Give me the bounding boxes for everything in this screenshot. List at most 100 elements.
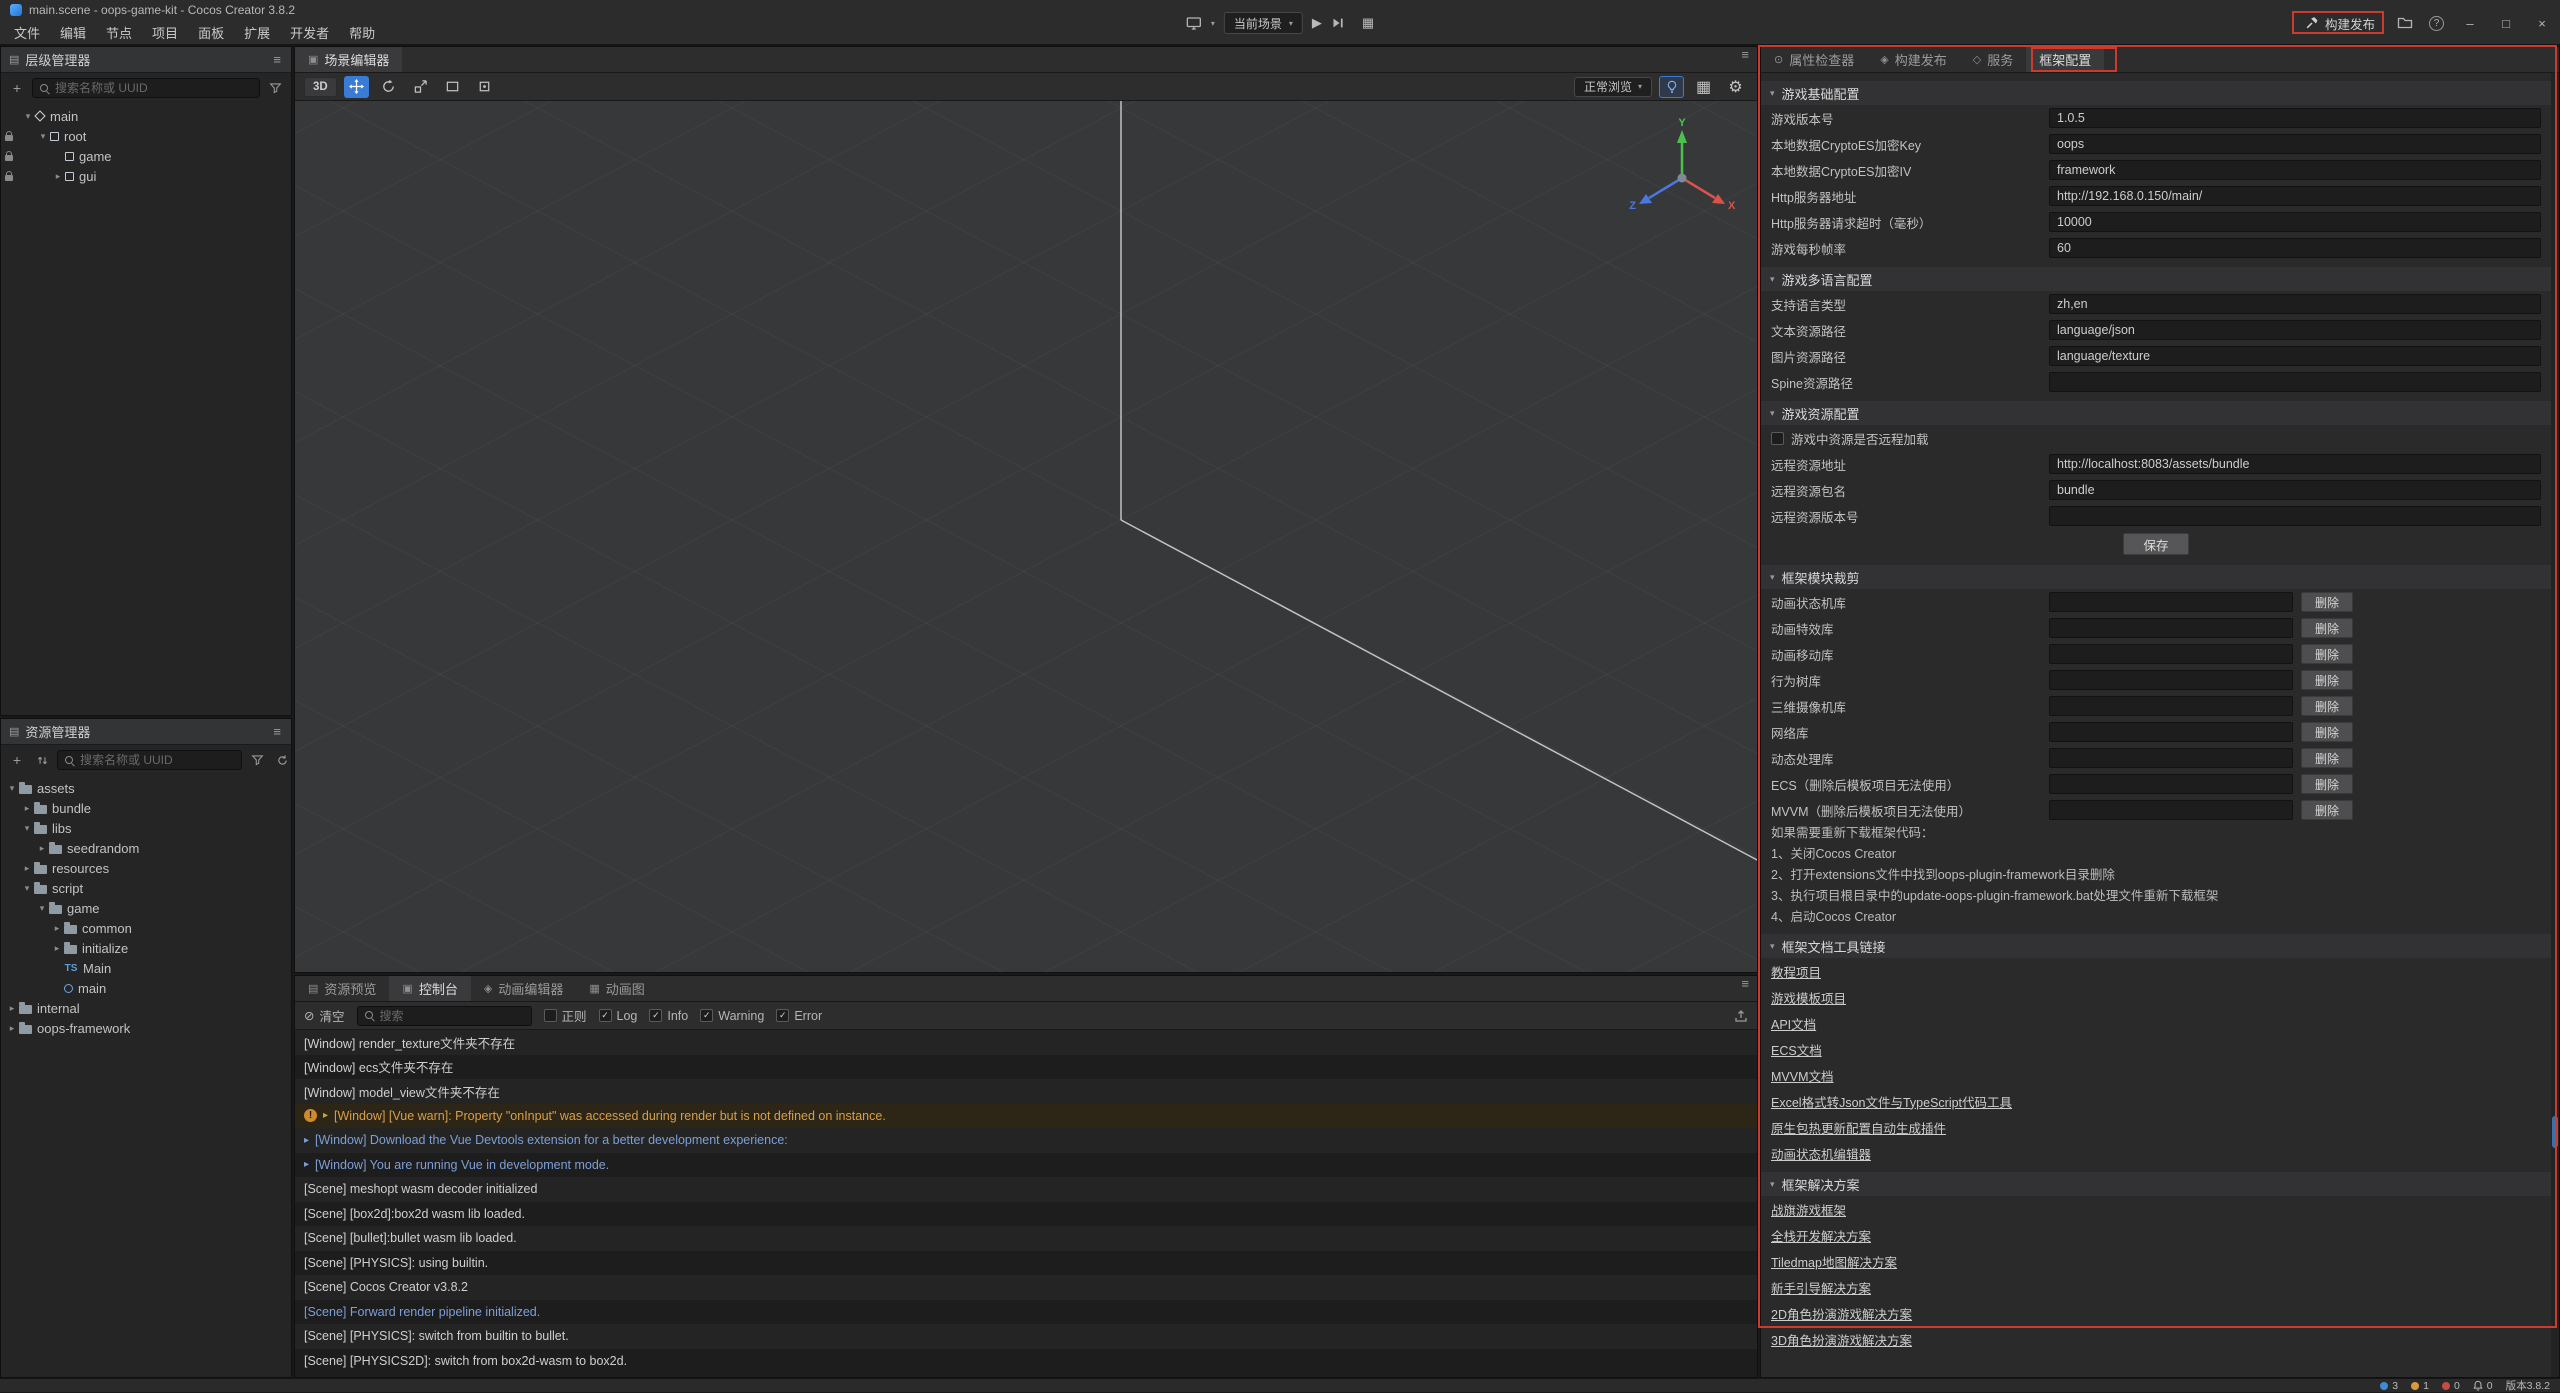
grid-toggle-icon[interactable]: ▦ bbox=[1691, 76, 1716, 98]
create-asset-button[interactable]: + bbox=[7, 750, 27, 770]
tree-row[interactable]: ▸initialize bbox=[1, 938, 291, 958]
doc-link[interactable]: 动画状态机编辑器 bbox=[1771, 1144, 1871, 1163]
rect-tool-icon[interactable] bbox=[440, 76, 465, 98]
tab-console[interactable]: ▣控制台 bbox=[389, 976, 470, 1001]
preview-platform-icon[interactable] bbox=[1186, 15, 1202, 31]
chevron-right-icon[interactable]: ▸ bbox=[50, 943, 64, 954]
tree-row[interactable]: ▸internal bbox=[1, 998, 291, 1018]
console-search-input[interactable] bbox=[380, 1009, 525, 1023]
panel-menu-icon[interactable]: ≡ bbox=[271, 724, 283, 739]
property-input[interactable]: language/json bbox=[2049, 320, 2541, 340]
doc-link[interactable]: Tiledmap地图解决方案 bbox=[1771, 1252, 1897, 1271]
lock-icon[interactable] bbox=[1, 132, 17, 141]
tree-row[interactable]: ▾script bbox=[1, 878, 291, 898]
chevron-down-icon[interactable]: ▾ bbox=[21, 111, 35, 122]
section-header[interactable]: ▾游戏多语言配置 bbox=[1761, 267, 2551, 291]
sort-assets-icon[interactable] bbox=[32, 750, 52, 770]
regex-checkbox[interactable] bbox=[544, 1009, 557, 1022]
view-mode-select[interactable]: 正常浏览 ▾ bbox=[1574, 77, 1652, 97]
chevron-right-icon[interactable]: ▸ bbox=[5, 1003, 19, 1014]
doc-link[interactable]: 原生包热更新配置自动生成插件 bbox=[1771, 1118, 1946, 1137]
regex-toggle[interactable]: 正则 bbox=[544, 1006, 587, 1025]
log-row[interactable]: [Scene] [PHYSICS]: using builtin. bbox=[295, 1251, 1757, 1276]
lock-icon[interactable] bbox=[1, 172, 17, 181]
tree-row[interactable]: TSMain bbox=[1, 958, 291, 978]
menu-item[interactable]: 编辑 bbox=[50, 22, 96, 46]
module-input[interactable] bbox=[2049, 618, 2293, 638]
menu-item[interactable]: 文件 bbox=[4, 22, 50, 46]
tree-row[interactable]: main bbox=[1, 978, 291, 998]
log-row[interactable]: [Window] render_texture文件夹不存在 bbox=[295, 1030, 1757, 1055]
create-node-button[interactable]: + bbox=[7, 78, 27, 98]
property-input[interactable] bbox=[2049, 372, 2541, 392]
filter-checkbox[interactable] bbox=[649, 1009, 662, 1022]
module-input[interactable] bbox=[2049, 722, 2293, 742]
doc-link[interactable]: 3D角色扮演游戏解决方案 bbox=[1771, 1330, 1912, 1349]
delete-button[interactable]: 删除 bbox=[2301, 644, 2353, 664]
scale-tool-icon[interactable] bbox=[408, 76, 433, 98]
delete-button[interactable]: 删除 bbox=[2301, 800, 2353, 820]
delete-button[interactable]: 删除 bbox=[2301, 774, 2353, 794]
property-input[interactable]: oops bbox=[2049, 134, 2541, 154]
expand-chevron-icon[interactable]: ▸ bbox=[304, 1135, 309, 1146]
delete-button[interactable]: 删除 bbox=[2301, 592, 2353, 612]
panel-menu-icon[interactable]: ≡ bbox=[1739, 47, 1757, 72]
tab-asset-preview[interactable]: ▤资源预览 bbox=[295, 976, 389, 1001]
log-count-badge[interactable]: 3 bbox=[2380, 1379, 2398, 1393]
menu-item[interactable]: 开发者 bbox=[280, 22, 339, 46]
filter-warning[interactable]: Warning bbox=[700, 1009, 764, 1023]
rotate-tool-icon[interactable] bbox=[376, 76, 401, 98]
lock-icon[interactable] bbox=[1, 152, 17, 161]
help-icon[interactable]: ? bbox=[2429, 16, 2444, 31]
log-row[interactable]: [Scene] [box2d]:box2d wasm lib loaded. bbox=[295, 1202, 1757, 1227]
hierarchy-search-input[interactable] bbox=[55, 81, 253, 95]
light-toggle-icon[interactable] bbox=[1659, 76, 1684, 98]
section-header[interactable]: ▾游戏资源配置 bbox=[1761, 401, 2551, 425]
tree-row[interactable]: ▸bundle bbox=[1, 798, 291, 818]
menu-item[interactable]: 项目 bbox=[142, 22, 188, 46]
save-button[interactable]: 保存 bbox=[2123, 533, 2188, 555]
tree-row[interactable]: ▾libs bbox=[1, 818, 291, 838]
property-input[interactable]: http://192.168.0.150/main/ bbox=[2049, 186, 2541, 206]
property-input[interactable]: zh,en bbox=[2049, 294, 2541, 314]
chevron-right-icon[interactable]: ▸ bbox=[51, 171, 65, 182]
play-button[interactable]: ▶ bbox=[1312, 15, 1322, 31]
log-row[interactable]: [Scene] Forward render pipeline initiali… bbox=[295, 1300, 1757, 1325]
log-row[interactable]: [Window] model_view文件夹不存在 bbox=[295, 1079, 1757, 1104]
chevron-down-icon[interactable]: ▾ bbox=[35, 903, 49, 914]
doc-link[interactable]: MVVM文档 bbox=[1771, 1066, 1834, 1085]
tab-scene-editor[interactable]: ▣ 场景编辑器 bbox=[295, 47, 402, 72]
delete-button[interactable]: 删除 bbox=[2301, 670, 2353, 690]
delete-button[interactable]: 删除 bbox=[2301, 618, 2353, 638]
tree-row[interactable]: ▸seedrandom bbox=[1, 838, 291, 858]
doc-link[interactable]: 新手引导解决方案 bbox=[1771, 1278, 1871, 1297]
log-row[interactable]: [Scene] meshopt wasm decoder initialized bbox=[295, 1177, 1757, 1202]
tab-animation-graph[interactable]: ▦动画图 bbox=[576, 976, 657, 1001]
remote-load-checkbox[interactable] bbox=[1771, 432, 1784, 445]
section-header[interactable]: ▾框架解决方案 bbox=[1761, 1172, 2551, 1196]
tab-service[interactable]: ◇服务 bbox=[1960, 47, 2026, 72]
hierarchy-filter-icon[interactable] bbox=[265, 78, 285, 98]
filter-info[interactable]: Info bbox=[649, 1009, 688, 1023]
tree-row[interactable]: game bbox=[1, 146, 291, 166]
property-input[interactable]: bundle bbox=[2049, 480, 2541, 500]
clear-console-button[interactable]: ⊘ 清空 bbox=[304, 1006, 345, 1025]
scene-select[interactable]: 当前场景 ▾ bbox=[1224, 12, 1303, 34]
tree-row[interactable]: ▸resources bbox=[1, 858, 291, 878]
module-input[interactable] bbox=[2049, 800, 2293, 820]
doc-link[interactable]: 全栈开发解决方案 bbox=[1771, 1226, 1871, 1245]
step-button[interactable] bbox=[1331, 16, 1345, 30]
layout-button[interactable]: ▦ bbox=[1362, 15, 1374, 31]
filter-checkbox[interactable] bbox=[599, 1009, 612, 1022]
anchor-tool-icon[interactable] bbox=[472, 76, 497, 98]
tab-framework-config[interactable]: 框架配置 bbox=[2026, 47, 2104, 72]
export-log-icon[interactable] bbox=[1734, 1009, 1748, 1023]
chevron-down-icon[interactable]: ▾ bbox=[36, 131, 50, 142]
toggle-3d-button[interactable]: 3D bbox=[304, 77, 337, 97]
preview-dropdown-chevron-icon[interactable]: ▾ bbox=[1211, 19, 1215, 28]
axis-gizmo[interactable]: Y X Z bbox=[1616, 116, 1746, 236]
move-tool-icon[interactable] bbox=[344, 76, 369, 98]
expand-chevron-icon[interactable]: ▸ bbox=[304, 1159, 309, 1170]
log-row[interactable]: ▸[Window] Download the Vue Devtools exte… bbox=[295, 1128, 1757, 1153]
chevron-down-icon[interactable]: ▾ bbox=[5, 783, 19, 794]
